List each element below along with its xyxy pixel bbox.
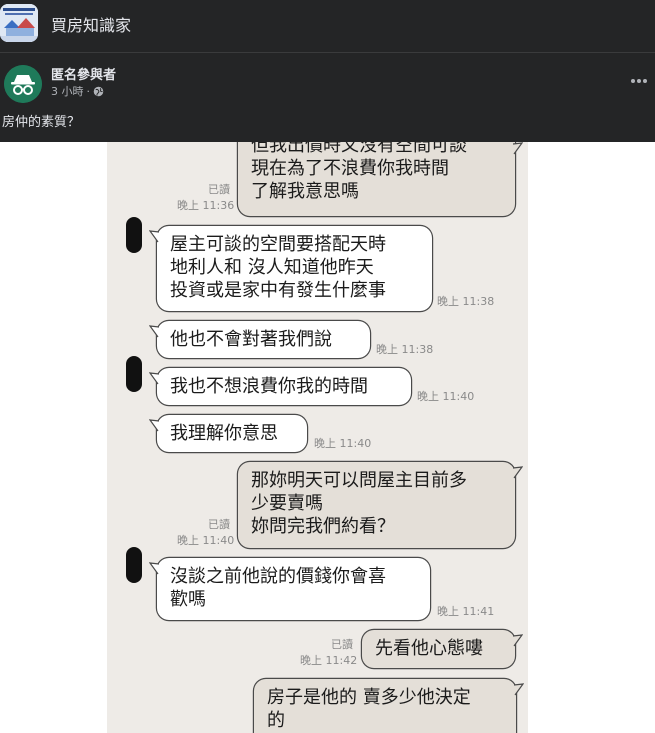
- message-timestamp: 晚上 11:40: [417, 390, 475, 403]
- message-line: 歡嗎: [170, 589, 206, 610]
- message-timestamp: 晚上 11:40: [177, 534, 235, 547]
- author-name[interactable]: 匿名參與者: [51, 64, 116, 83]
- message-timestamp: 晚上 11:38: [376, 343, 434, 356]
- message-line: 沒談之前他說的價錢你會喜: [170, 566, 386, 587]
- anonymous-avatar[interactable]: [4, 65, 42, 103]
- post-text: 房仲的素質？: [2, 115, 81, 130]
- redacted-avatar: [126, 547, 142, 583]
- message-line: 那妳明天可以問屋主目前多: [251, 470, 467, 491]
- more-options-button[interactable]: [626, 70, 652, 92]
- bubble-tail-left: [149, 230, 159, 243]
- bubble-tail-left: [149, 372, 159, 385]
- message-line: 他也不會對著我們說: [170, 329, 332, 350]
- bubble-tail-right: [513, 466, 523, 479]
- post-meta: 3 小時 ·: [51, 83, 104, 99]
- message-timestamp: 晚上 11:41: [437, 605, 495, 618]
- more-dots-icon: [631, 79, 635, 83]
- message-line: 房子是他的 賣多少他決定: [267, 687, 471, 708]
- group-thumbnail[interactable]: [0, 4, 38, 42]
- redacted-avatar: [126, 217, 142, 253]
- bubble-tail-left: [149, 325, 159, 338]
- chat-bubble-incoming: 沒談之前他說的價錢你會喜 歡嗎: [157, 558, 430, 620]
- bubble-tail-right: [514, 683, 524, 696]
- message-line: 我也不想浪費你我的時間: [170, 376, 368, 397]
- chat-bubble-incoming: 我也不想浪費你我的時間: [157, 368, 411, 405]
- post-header: 買房知識家 匿名參與者 3 小時 · 房仲的素質？: [0, 0, 655, 142]
- redacted-avatar: [126, 356, 142, 392]
- bubble-tail-left: [149, 419, 159, 432]
- meta-separator: ·: [86, 84, 91, 98]
- group-row[interactable]: 買房知識家: [0, 0, 655, 46]
- globe-icon: [93, 86, 104, 96]
- chat-bubble-incoming: 屋主可談的空間要搭配天時 地利人和 沒人知道他昨天 投資或是家中有發生什麼事: [157, 226, 432, 311]
- message-timestamp: 晚上 11:42: [300, 654, 358, 667]
- chat-bubble-outgoing: 房子是他的 賣多少他決定的: [254, 679, 516, 733]
- chat-screenshot[interactable]: 但我出價時又沒有空間可談 現在為了不浪費你我時間 了解我意思嗎 已讀 晚上 11:36 屋…: [0, 142, 655, 733]
- message-line: 少要賣嗎: [251, 493, 323, 514]
- more-dot: [637, 79, 641, 83]
- message-timestamp: 晚上 11:40: [314, 437, 372, 450]
- chat-bubble-outgoing: 那妳明天可以問屋主目前多 少要賣嗎 妳問完我們約看？: [238, 462, 515, 548]
- message-line: 現在為了不浪費你我時間: [251, 158, 449, 179]
- message-timestamp: 晚上 11:38: [437, 295, 495, 308]
- divider: [0, 52, 655, 53]
- chat-bubble-incoming: 我理解你意思: [157, 415, 307, 452]
- post-time[interactable]: 3 小時: [51, 83, 84, 99]
- read-receipt: 已讀: [331, 638, 353, 651]
- chat-bubble-outgoing: 但我出價時又沒有空間可談現在為了不浪費你我時間 了解我意思嗎: [238, 142, 515, 216]
- message-line: 了解我意思嗎: [251, 181, 359, 202]
- message-line: 妳問完我們約看？: [251, 516, 395, 537]
- chat-bubble-outgoing: 先看他心態嘍: [362, 630, 515, 668]
- read-receipt: 已讀: [208, 518, 230, 531]
- message-line: 先看他心態嘍: [375, 638, 483, 659]
- message-line: 屋主可談的空間要搭配天時: [170, 234, 386, 255]
- bubble-tail-right: [513, 634, 523, 647]
- message-line: 的: [267, 710, 285, 731]
- more-dot: [643, 79, 647, 83]
- message-line: 地利人和 沒人知道他昨天: [170, 257, 374, 278]
- bubble-tail-left: [149, 562, 159, 575]
- message-timestamp: 晚上 11:36: [177, 199, 235, 212]
- message-line: 但我出價時又沒有空間可談: [251, 142, 467, 156]
- read-receipt: 已讀: [208, 183, 230, 196]
- chat-bubble-incoming: 他也不會對著我們說: [157, 321, 370, 358]
- bubble-tail-right: [513, 142, 523, 155]
- anonymous-incognito-icon: [4, 65, 42, 103]
- group-name[interactable]: 買房知識家: [51, 12, 131, 36]
- message-line: 投資或是家中有發生什麼事: [170, 280, 386, 301]
- message-line: 我理解你意思: [170, 423, 278, 444]
